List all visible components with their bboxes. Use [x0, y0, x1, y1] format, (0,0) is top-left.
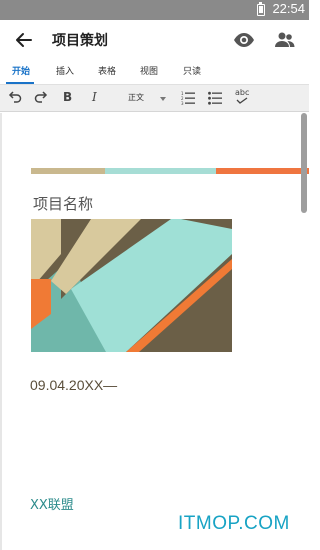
document-date[interactable]: 09.04.20XX— [30, 377, 117, 393]
tab-view[interactable]: 视图 [140, 64, 158, 77]
formatting-toolbar: B I 正文 123 abc [0, 84, 309, 112]
back-arrow-icon[interactable] [14, 30, 34, 50]
share-people-icon[interactable] [274, 30, 296, 50]
undo-icon[interactable] [8, 89, 22, 107]
organization-name[interactable]: XX联盟 [30, 494, 74, 513]
chevron-down-icon[interactable] [160, 97, 166, 101]
vertical-scrollbar[interactable] [301, 113, 307, 213]
tab-insert[interactable]: 插入 [56, 64, 74, 77]
redo-icon[interactable] [34, 89, 48, 107]
spellcheck-label: abc [235, 88, 250, 97]
document-title: 项目策划 [52, 33, 108, 49]
paragraph-style-select[interactable]: 正文 [128, 92, 144, 103]
view-eye-icon[interactable] [233, 30, 255, 50]
italic-button[interactable]: I [92, 90, 97, 108]
document-canvas[interactable]: 项目名称 09.04.20XX— XX联盟 [0, 113, 309, 550]
app-bar: 项目策划 [0, 20, 309, 60]
status-bar: 22:54 [0, 0, 309, 20]
tab-table[interactable]: 表格 [98, 64, 116, 77]
cover-image [31, 219, 232, 352]
numbered-list-icon[interactable]: 123 [181, 89, 195, 107]
header-stripe-teal [105, 168, 216, 174]
battery-icon [257, 2, 265, 16]
ribbon-tabs: 开始 插入 表格 视图 只读 [0, 60, 309, 84]
tab-start[interactable]: 开始 [12, 64, 30, 77]
svg-text:3: 3 [181, 101, 184, 106]
bold-button[interactable]: B [63, 90, 72, 108]
header-stripe-tan [31, 168, 105, 174]
header-stripe-orange [216, 168, 309, 174]
spellcheck-icon[interactable]: abc [235, 88, 249, 106]
watermark-text: ITMOP.COM [178, 513, 290, 534]
status-time: 22:54 [272, 1, 305, 16]
bullet-list-icon[interactable] [208, 89, 222, 107]
project-name-heading[interactable]: 项目名称 [33, 193, 93, 214]
tab-readonly[interactable]: 只读 [183, 64, 201, 77]
